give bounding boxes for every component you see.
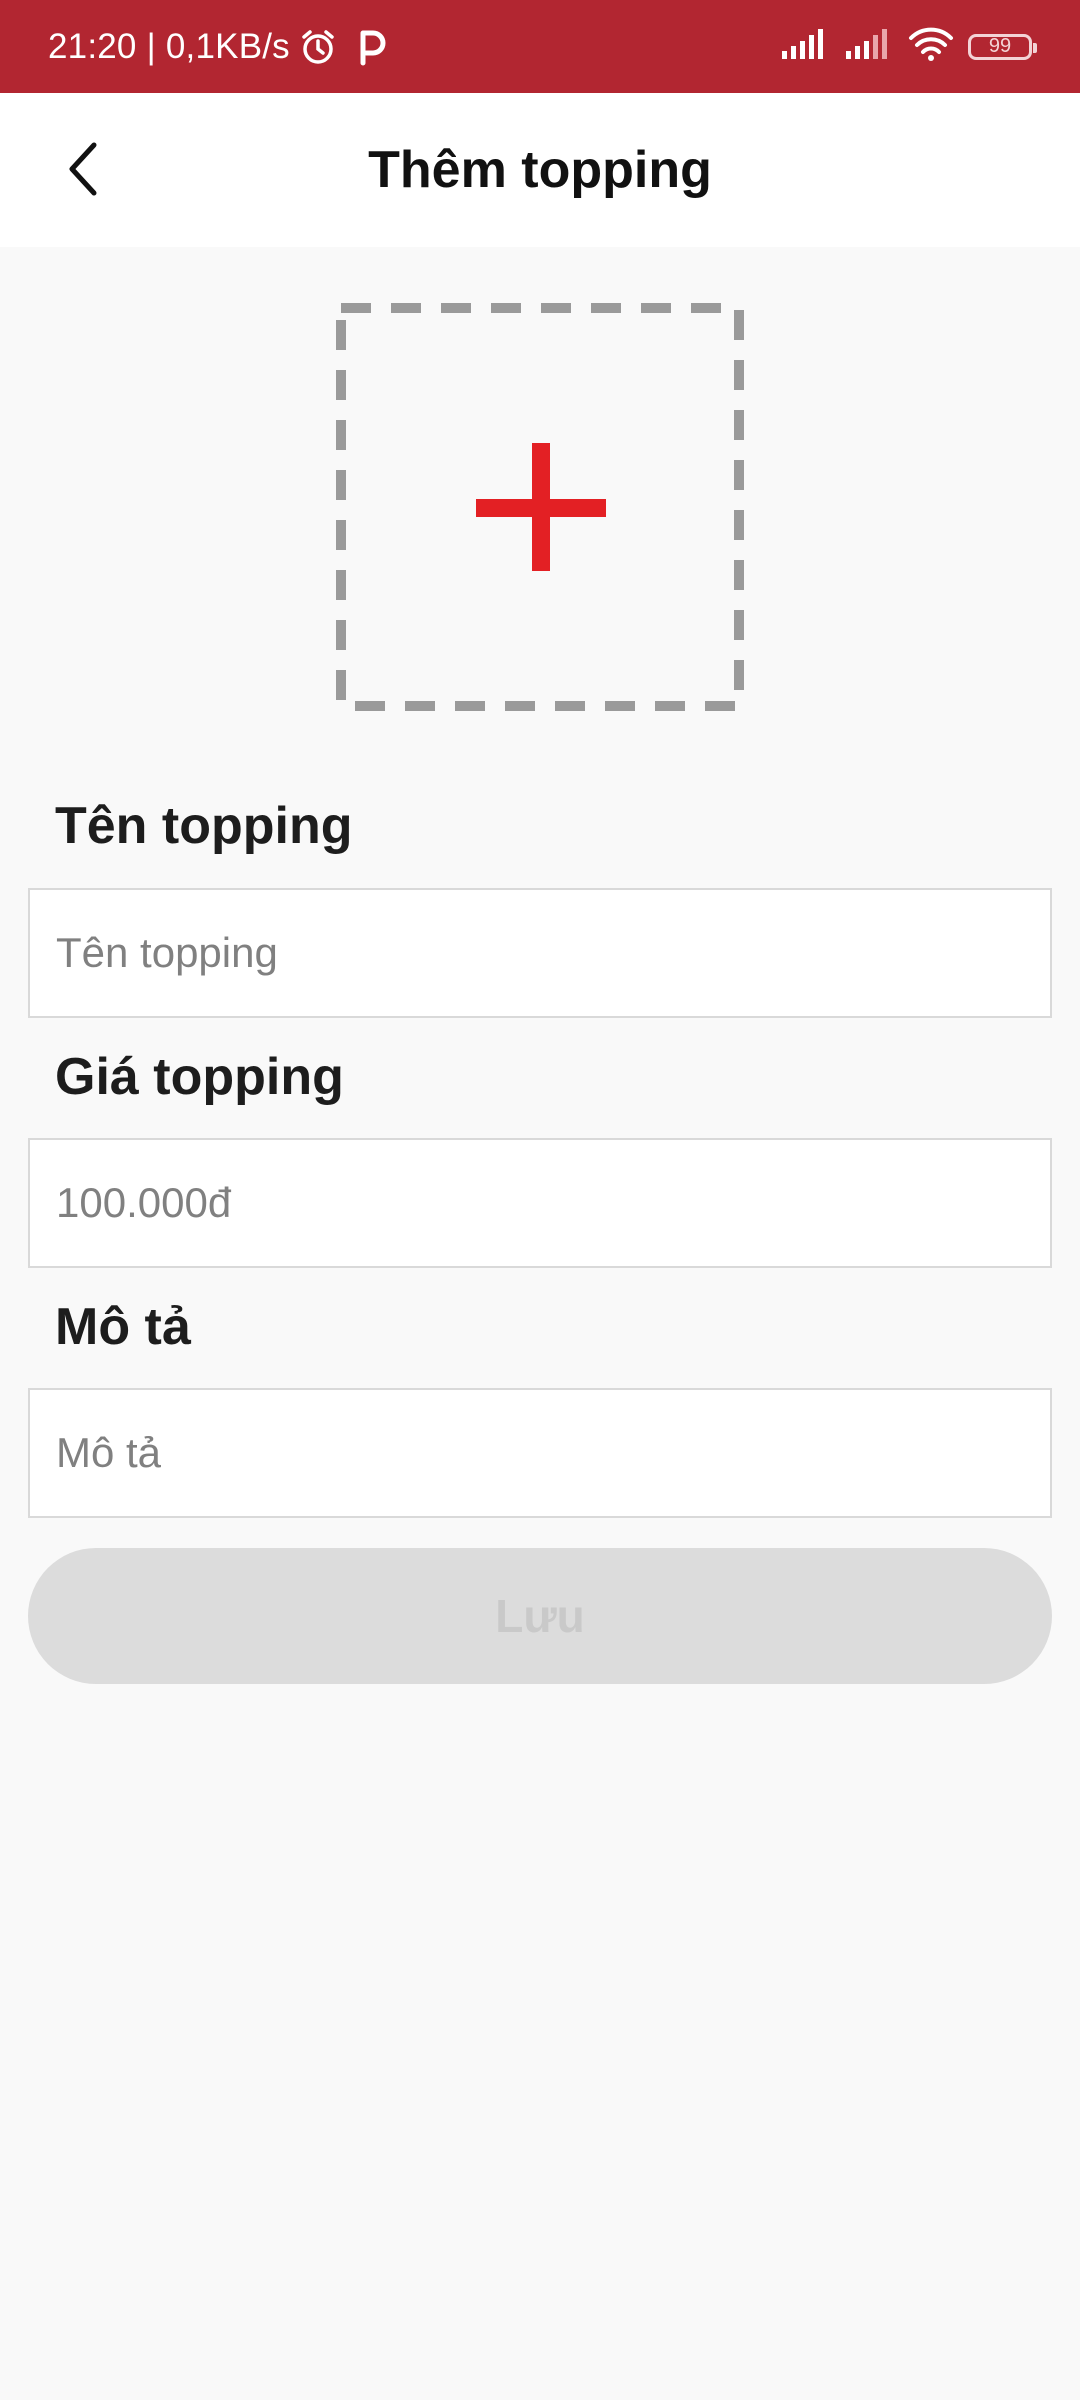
description-input[interactable]	[28, 1388, 1052, 1518]
battery-level: 99	[988, 35, 1012, 57]
status-right: 99	[780, 26, 1037, 67]
back-button[interactable]	[48, 133, 120, 205]
plus-icon	[476, 443, 606, 571]
chevron-left-icon	[69, 142, 97, 196]
status-left: 21:20 | 0,1KB/s	[48, 27, 388, 67]
app-bar: Thêm topping	[0, 93, 1080, 247]
topping-name-input[interactable]	[28, 888, 1052, 1018]
image-upload-box[interactable]	[336, 303, 744, 711]
battery-icon: 99	[968, 33, 1037, 60]
page-title: Thêm topping	[368, 141, 712, 199]
status-time: 21:20	[48, 26, 137, 66]
status-bar: 21:20 | 0,1KB/s 99	[0, 0, 1080, 93]
network-speed: 0,1KB/s	[165, 26, 290, 66]
price-label: Giá topping	[55, 1048, 344, 1106]
wifi-icon	[908, 26, 954, 67]
signal-icon	[780, 27, 830, 66]
name-label: Tên topping	[55, 797, 353, 855]
description-label: Mô tả	[55, 1298, 191, 1356]
alarm-icon	[298, 27, 338, 67]
p-icon	[356, 27, 388, 67]
status-separator: |	[146, 26, 156, 66]
topping-price-input[interactable]	[28, 1138, 1052, 1268]
save-button[interactable]: Lưu	[28, 1548, 1052, 1684]
signal-icon	[844, 27, 894, 66]
